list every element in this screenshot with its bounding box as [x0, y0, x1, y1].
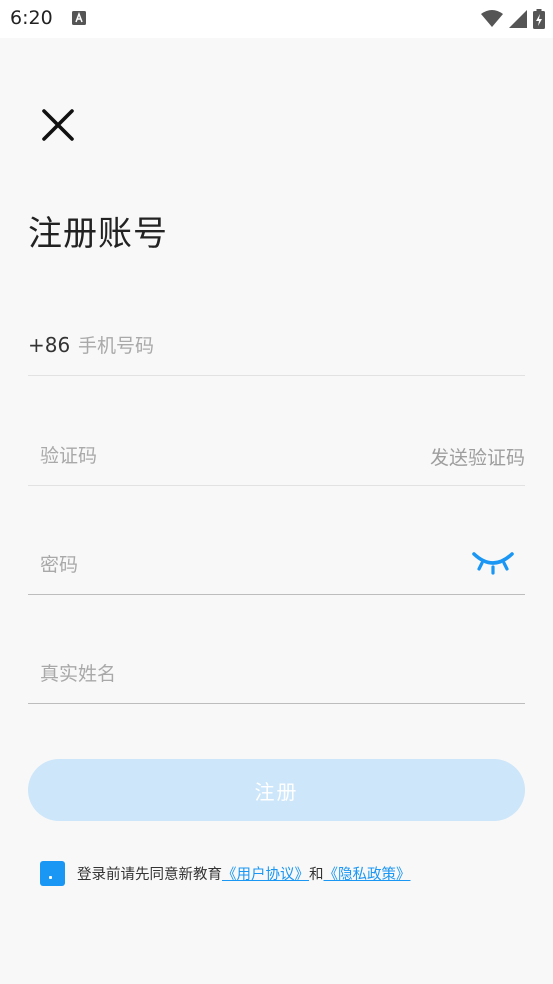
close-icon[interactable]	[40, 107, 76, 143]
real-name-input[interactable]	[38, 653, 522, 695]
privacy-policy-link[interactable]: 《隐私政策》	[324, 863, 411, 884]
country-code[interactable]: +86	[28, 333, 70, 357]
status-time: 6:20	[10, 7, 53, 29]
password-input[interactable]	[38, 544, 462, 586]
a-icon	[72, 11, 86, 25]
user-agreement-link[interactable]: 《用户协议》	[222, 863, 309, 884]
agreement-conjunction: 和	[309, 866, 324, 883]
status-bar: 6:20	[0, 0, 553, 38]
password-field	[28, 534, 525, 595]
page-title: 注册账号	[28, 214, 168, 254]
status-icons	[481, 8, 545, 30]
register-button[interactable]: 注册	[28, 759, 525, 821]
name-field	[28, 643, 525, 704]
agreement-prefix: 登录前请先同意新教育	[77, 866, 222, 883]
battery-charging-icon	[533, 9, 545, 29]
code-input[interactable]	[38, 435, 402, 477]
wifi-icon	[481, 10, 503, 27]
signal-icon	[509, 10, 527, 28]
send-code-button[interactable]: 发送验证码	[430, 443, 525, 470]
phone-field: +86	[28, 315, 525, 376]
code-field: 发送验证码	[28, 425, 525, 486]
agreement-checkbox[interactable]	[40, 860, 65, 886]
eye-closed-icon[interactable]	[471, 550, 515, 576]
phone-input[interactable]	[76, 325, 520, 367]
agreement-row: 登录前请先同意新教育 《用户协议》 和 《隐私政策》	[40, 860, 411, 886]
